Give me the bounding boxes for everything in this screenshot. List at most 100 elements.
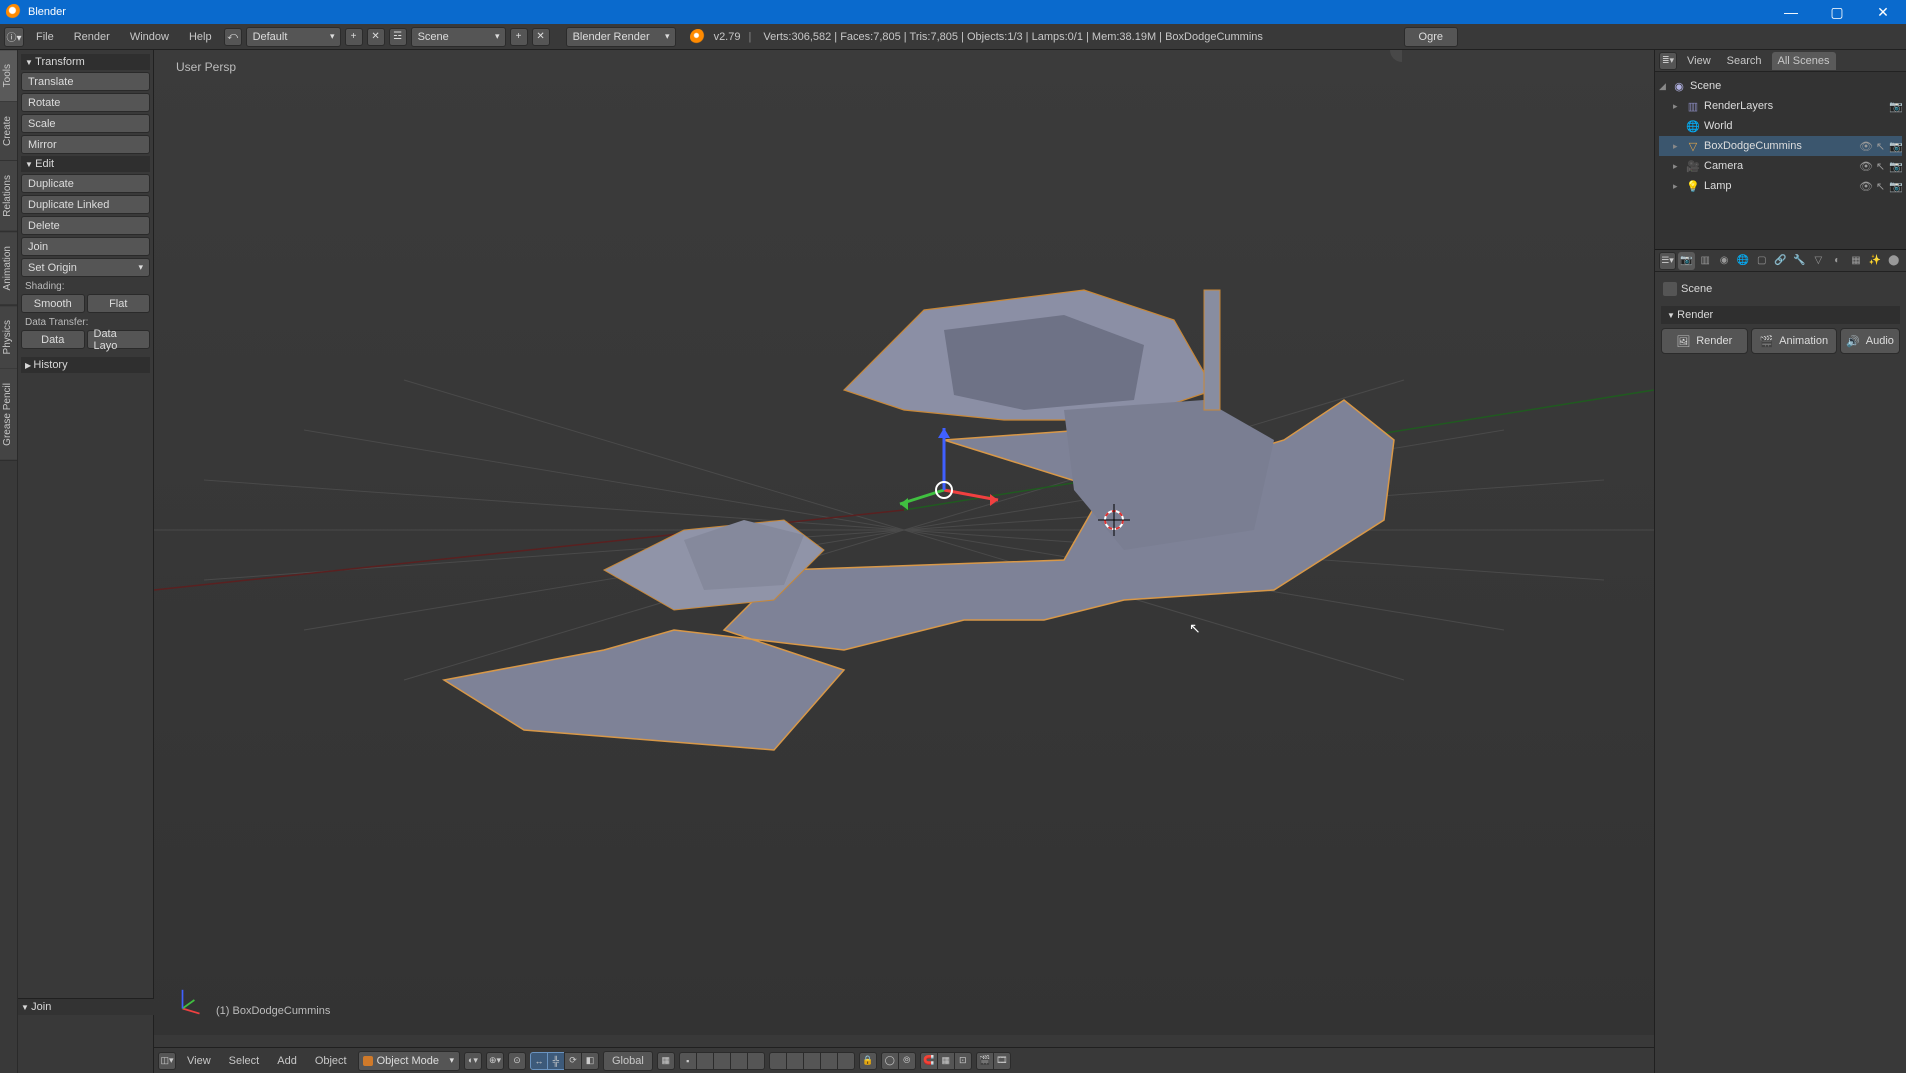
- editor-type-icon[interactable]: ⓘ▾: [4, 27, 24, 47]
- shade-smooth-button[interactable]: Smooth: [21, 294, 85, 313]
- orientation-dropdown[interactable]: Global: [603, 1051, 653, 1071]
- ptab-render-icon[interactable]: 📷: [1678, 252, 1695, 270]
- render-button[interactable]: 🖼Render: [1661, 328, 1748, 354]
- layer-buttons[interactable]: ▪: [679, 1052, 765, 1070]
- outliner-search[interactable]: Search: [1721, 52, 1768, 70]
- ogre-button[interactable]: Ogre: [1404, 27, 1458, 47]
- viewport-selection-label: (1) BoxDodgeCummins: [216, 1005, 330, 1017]
- mode-dropdown[interactable]: Object Mode: [358, 1051, 460, 1071]
- outliner-tree[interactable]: ◢◉Scene ▸▥RenderLayers📷 🌐World ▸▽BoxDodg…: [1655, 72, 1906, 249]
- shading-mode-icon[interactable]: ◐▾: [464, 1052, 482, 1070]
- opengl-anim-icon[interactable]: 🎞: [993, 1052, 1011, 1070]
- vtab-create[interactable]: Create: [0, 102, 17, 161]
- scene-browse-icon[interactable]: ☲: [389, 28, 407, 46]
- ptab-material-icon[interactable]: ◐: [1829, 252, 1846, 270]
- vtab-physics[interactable]: Physics: [0, 306, 17, 369]
- datalayout-button[interactable]: Data Layo: [87, 330, 151, 349]
- scale-button[interactable]: Scale: [21, 114, 150, 133]
- vp-menu-view[interactable]: View: [180, 1050, 218, 1072]
- duplicate-button[interactable]: Duplicate: [21, 174, 150, 193]
- proportional-edit-icon[interactable]: ◯: [881, 1052, 899, 1070]
- ptab-world-icon[interactable]: 🌐: [1735, 252, 1752, 270]
- properties-header: ☰▾ 📷 ▥ ◉ 🌐 ▢ 🔗 🔧 ▽ ◐ ▦ ✨ ⬤: [1655, 250, 1906, 272]
- app-title: Blender: [28, 6, 1768, 18]
- proportional-falloff-icon[interactable]: ⦾: [898, 1052, 916, 1070]
- vp-menu-object[interactable]: Object: [308, 1050, 354, 1072]
- vp-menu-add[interactable]: Add: [270, 1050, 304, 1072]
- menu-file[interactable]: File: [28, 26, 62, 48]
- data-button[interactable]: Data: [21, 330, 85, 349]
- manipulator-toggle[interactable]: ↔: [530, 1052, 548, 1070]
- ptab-texture-icon[interactable]: ▦: [1848, 252, 1865, 270]
- window-close-button[interactable]: ✕: [1860, 0, 1906, 24]
- back-to-previous-icon[interactable]: ⤺: [224, 28, 242, 46]
- blender-logo-icon: [6, 4, 22, 20]
- ptab-scene-icon[interactable]: ◉: [1716, 252, 1733, 270]
- translate-button[interactable]: Translate: [21, 72, 150, 91]
- ptab-renderlayers-icon[interactable]: ▥: [1697, 252, 1714, 270]
- transform-header[interactable]: Transform: [21, 54, 150, 70]
- layers-toggle-icon[interactable]: ▦: [657, 1052, 675, 1070]
- scene-icon: ◉: [1671, 79, 1687, 93]
- viewport-canvas[interactable]: [154, 50, 1654, 1010]
- editor-type-icon[interactable]: ◫▾: [158, 1052, 176, 1070]
- pivot-icon[interactable]: ⊕▾: [486, 1052, 504, 1070]
- right-panel: ≣▾ View Search All Scenes ◢◉Scene ▸▥Rend…: [1654, 50, 1906, 1073]
- render-audio-button[interactable]: 🔊Audio: [1840, 328, 1900, 354]
- rotate-button[interactable]: Rotate: [21, 93, 150, 112]
- delete-button[interactable]: Delete: [21, 216, 150, 235]
- vtab-greasepencil[interactable]: Grease Pencil: [0, 369, 17, 461]
- add-layout-button[interactable]: +: [345, 28, 363, 46]
- screen-layout-dropdown[interactable]: Default: [246, 27, 341, 47]
- set-origin-dropdown[interactable]: Set Origin: [21, 258, 150, 277]
- ptab-object-icon[interactable]: ▢: [1753, 252, 1770, 270]
- manipulator-rotate-icon[interactable]: ⟳: [564, 1052, 582, 1070]
- shade-flat-button[interactable]: Flat: [87, 294, 151, 313]
- vtab-relations[interactable]: Relations: [0, 161, 17, 232]
- outliner-view[interactable]: View: [1681, 52, 1717, 70]
- shading-label: Shading:: [21, 279, 150, 292]
- snap-element-icon[interactable]: ▦: [937, 1052, 955, 1070]
- scene-dropdown[interactable]: Scene: [411, 27, 506, 47]
- properties-breadcrumb: Scene: [1661, 278, 1900, 300]
- render-engine-dropdown[interactable]: Blender Render: [566, 27, 676, 47]
- ptab-data-icon[interactable]: ▽: [1810, 252, 1827, 270]
- menu-render[interactable]: Render: [66, 26, 118, 48]
- window-minimize-button[interactable]: —: [1768, 0, 1814, 24]
- join-button[interactable]: Join: [21, 237, 150, 256]
- opengl-render-icon[interactable]: 🎬: [976, 1052, 994, 1070]
- mini-axes-icon: [174, 983, 208, 1017]
- delete-scene-button[interactable]: ✕: [532, 28, 550, 46]
- window-maximize-button[interactable]: ▢: [1814, 0, 1860, 24]
- ptab-particles-icon[interactable]: ✨: [1866, 252, 1883, 270]
- menu-window[interactable]: Window: [122, 26, 177, 48]
- outliner-allscenes[interactable]: All Scenes: [1772, 52, 1836, 70]
- manipulator-translate-icon[interactable]: ╬: [547, 1052, 565, 1070]
- snap-toggle-icon[interactable]: 🧲: [920, 1052, 938, 1070]
- ptab-modifiers-icon[interactable]: 🔧: [1791, 252, 1808, 270]
- manipulator-scale-icon[interactable]: ◧: [581, 1052, 599, 1070]
- vtab-tools[interactable]: Tools: [0, 50, 17, 102]
- vp-menu-select[interactable]: Select: [222, 1050, 267, 1072]
- pivot-align-icon[interactable]: ⊙: [508, 1052, 526, 1070]
- add-scene-button[interactable]: +: [510, 28, 528, 46]
- speaker-icon: 🔊: [1846, 335, 1860, 348]
- delete-layout-button[interactable]: ✕: [367, 28, 385, 46]
- ptab-physics-icon[interactable]: ⬤: [1885, 252, 1902, 270]
- last-operator-header[interactable]: Join: [21, 1001, 151, 1013]
- ptab-constraints-icon[interactable]: 🔗: [1772, 252, 1789, 270]
- history-header[interactable]: History: [21, 357, 150, 373]
- render-panel-header[interactable]: Render: [1661, 306, 1900, 324]
- menu-help[interactable]: Help: [181, 26, 220, 48]
- manipulator-toggle-group: ↔ ╬ ⟳ ◧: [530, 1052, 599, 1070]
- mirror-button[interactable]: Mirror: [21, 135, 150, 154]
- viewport-3d[interactable]: User Persp (1) BoxDodgeCummins ↖ ◫▾ View…: [154, 50, 1654, 1073]
- vtab-animation[interactable]: Animation: [0, 232, 17, 305]
- duplicate-linked-button[interactable]: Duplicate Linked: [21, 195, 150, 214]
- snap-target-icon[interactable]: ⊡: [954, 1052, 972, 1070]
- outliner-editor-icon[interactable]: ≣▾: [1659, 52, 1677, 70]
- render-animation-button[interactable]: 🎬Animation: [1751, 328, 1838, 354]
- properties-editor-icon[interactable]: ☰▾: [1659, 252, 1676, 270]
- lock-camera-icon[interactable]: 🔒: [859, 1052, 877, 1070]
- edit-header[interactable]: Edit: [21, 156, 150, 172]
